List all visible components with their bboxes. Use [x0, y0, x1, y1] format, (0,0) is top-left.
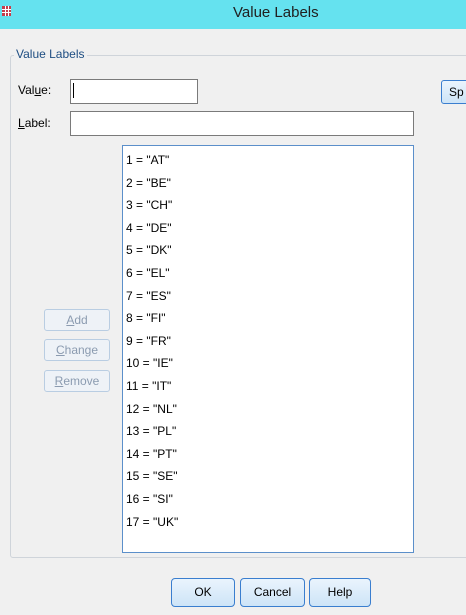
add-button[interactable]: Add	[44, 309, 110, 331]
value-input[interactable]	[70, 79, 198, 104]
list-item[interactable]: 2 = "BE"	[126, 172, 413, 195]
group-legend: Value Labels	[14, 47, 87, 61]
value-label-text-post: e:	[41, 83, 52, 97]
remove-label-rest: emove	[63, 374, 100, 388]
list-item[interactable]: 13 = "PL"	[126, 420, 413, 443]
list-item[interactable]: 4 = "DE"	[126, 217, 413, 240]
list-item[interactable]: 7 = "ES"	[126, 285, 413, 308]
list-item[interactable]: 16 = "SI"	[126, 488, 413, 511]
list-item[interactable]: 14 = "PT"	[126, 443, 413, 466]
title-bar[interactable]: Value Labels	[0, 0, 466, 29]
help-button[interactable]: Help	[309, 578, 371, 607]
spelling-button[interactable]: Sp	[441, 80, 466, 104]
list-item[interactable]: 1 = "AT"	[126, 149, 413, 172]
list-item[interactable]: 3 = "CH"	[126, 194, 413, 217]
list-item[interactable]: 6 = "EL"	[126, 262, 413, 285]
cancel-button[interactable]: Cancel	[240, 578, 305, 607]
list-item[interactable]: 5 = "DK"	[126, 239, 413, 262]
add-label-rest: dd	[74, 313, 88, 327]
remove-button[interactable]: Remove	[44, 370, 110, 392]
change-mnemonic: C	[55, 343, 65, 357]
list-item[interactable]: 8 = "FI"	[126, 307, 413, 330]
text-caret	[73, 83, 74, 98]
window-title: Value Labels	[233, 4, 319, 21]
value-labels-list[interactable]: 1 = "AT" 2 = "BE" 3 = "CH" 4 = "DE" 5 = …	[122, 145, 414, 553]
list-item[interactable]: 15 = "SE"	[126, 465, 413, 488]
spss-data-grid-icon	[2, 6, 11, 16]
label-label-mnemonic: L	[18, 116, 25, 130]
value-field-label: Value:	[18, 83, 51, 97]
list-item[interactable]: 12 = "NL"	[126, 398, 413, 421]
label-field-label: Label:	[18, 116, 51, 130]
list-item[interactable]: 9 = "FR"	[126, 330, 413, 353]
label-label-text-post: abel:	[24, 116, 51, 130]
label-input[interactable]	[70, 111, 414, 136]
list-item[interactable]: 10 = "IE"	[126, 352, 413, 375]
remove-mnemonic: R	[54, 374, 64, 388]
change-button[interactable]: Change	[44, 339, 110, 361]
list-item[interactable]: 11 = "IT"	[126, 375, 413, 398]
list-item[interactable]: 17 = "UK"	[126, 511, 413, 534]
value-label-text-pre: Val	[18, 83, 35, 97]
ok-button[interactable]: OK	[171, 578, 235, 607]
change-label-rest: hange	[64, 343, 99, 357]
